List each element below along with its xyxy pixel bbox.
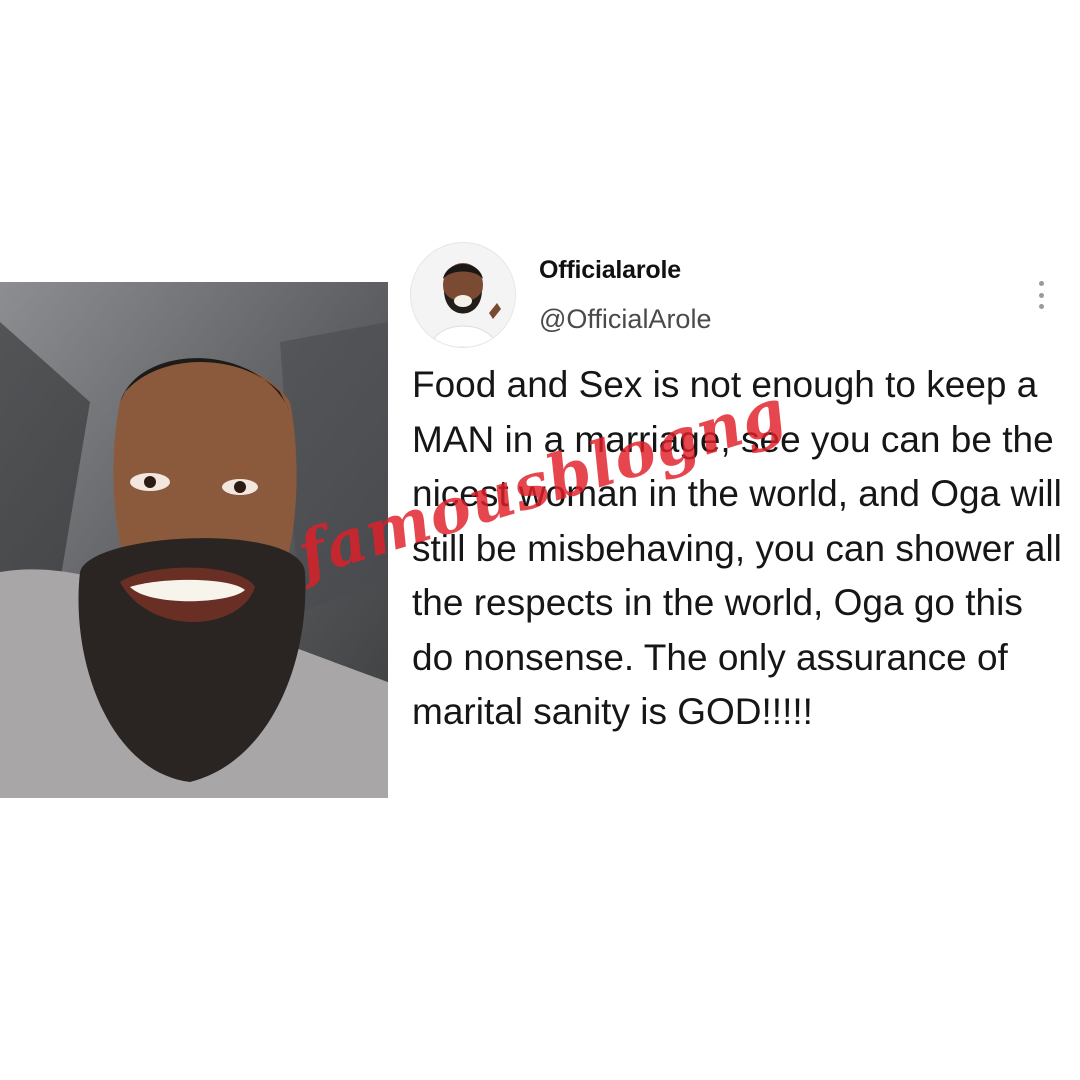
display-name[interactable]: Officialarole	[539, 256, 681, 285]
ellipsis-dot	[1038, 292, 1044, 298]
user-handle[interactable]: @OfficialArole	[539, 304, 711, 335]
tweet-text: Food and Sex is not enough to keep a MAN…	[412, 364, 1062, 732]
tweet-card: Officialarole @OfficialArole Food and Se…	[0, 0, 1080, 1080]
ellipsis-dot	[1038, 281, 1044, 286]
avatar[interactable]	[411, 243, 515, 347]
vertical-ellipsis-icon[interactable]	[1031, 281, 1051, 309]
ellipsis-dot	[1038, 304, 1044, 309]
